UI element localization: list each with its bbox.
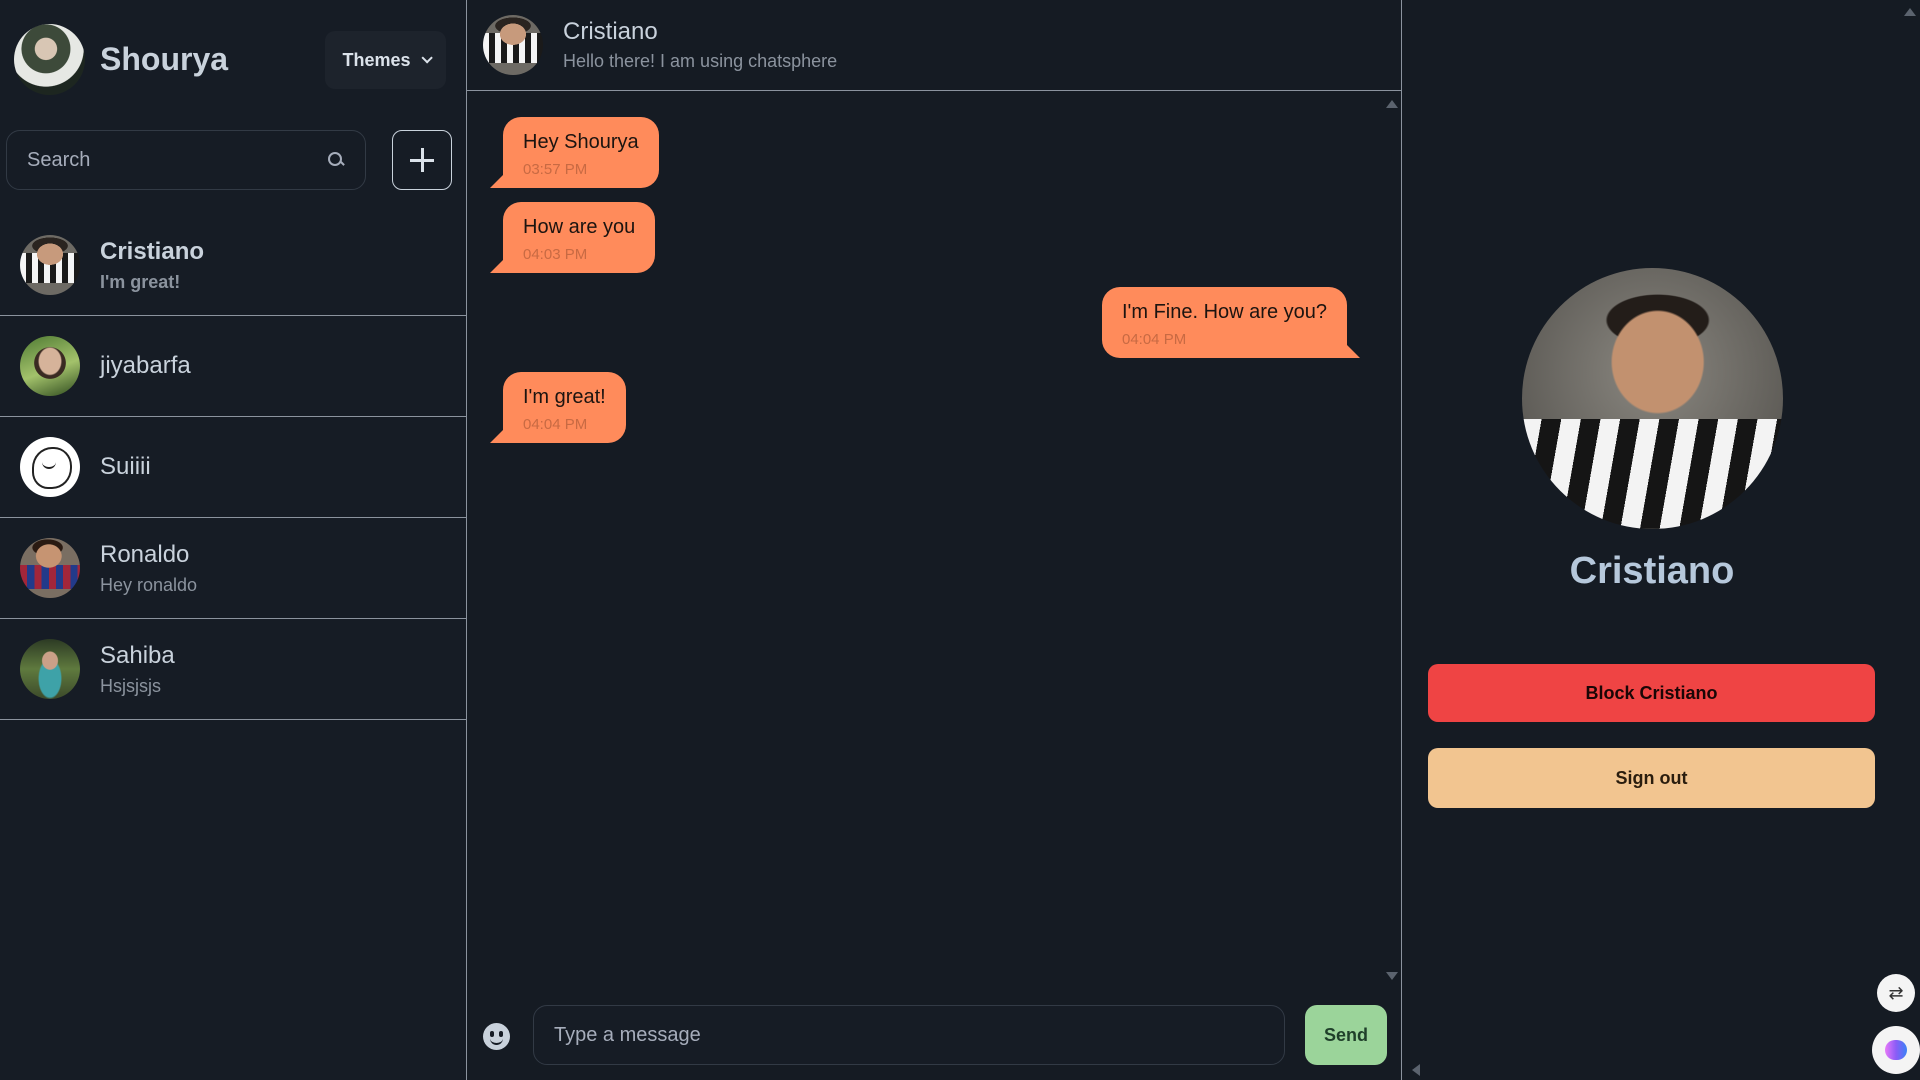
message-bubble: Hey Shourya 03:57 PM bbox=[490, 117, 659, 188]
message-bubble: I'm great! 04:04 PM bbox=[490, 372, 626, 443]
contact-name: Ronaldo bbox=[100, 540, 190, 568]
scroll-left-arrow[interactable] bbox=[1412, 1064, 1420, 1076]
sign-out-button[interactable]: Sign out bbox=[1428, 748, 1875, 808]
message-bubble: I'm Fine. How are you? 04:04 PM bbox=[1101, 287, 1360, 358]
chat-contact-status: Hello there! I am using chatsphere bbox=[563, 51, 838, 71]
message-time: 04:03 PM bbox=[523, 246, 588, 263]
search-input[interactable] bbox=[27, 148, 327, 172]
contact-last-message: Hsjsjsjs bbox=[100, 675, 161, 696]
message-time: 04:04 PM bbox=[1121, 331, 1187, 348]
message-input[interactable] bbox=[533, 1005, 1285, 1065]
scroll-up-arrow[interactable] bbox=[1904, 8, 1916, 16]
sidebar: Shourya Themes Cristiano I'm great! jiya… bbox=[0, 0, 467, 1080]
contact-item-jiyabarfa[interactable]: jiyabarfa bbox=[0, 316, 467, 417]
message-composer: Send bbox=[467, 1005, 1402, 1067]
contact-name: Cristiano bbox=[100, 237, 205, 265]
message-text: Hey Shourya bbox=[523, 131, 639, 153]
avatar[interactable] bbox=[14, 24, 85, 95]
contact-item-ronaldo[interactable]: Ronaldo Hey ronaldo bbox=[0, 518, 467, 619]
message-text: I'm great! bbox=[523, 386, 606, 408]
search-icon[interactable] bbox=[327, 151, 345, 169]
contact-item-sahiba[interactable]: Sahiba Hsjsjsjs bbox=[0, 619, 467, 720]
chat-panel: Cristiano Hello there! I am using chatsp… bbox=[467, 0, 1402, 1080]
themes-dropdown[interactable]: Themes bbox=[325, 31, 446, 89]
avatar bbox=[20, 437, 80, 497]
avatar[interactable] bbox=[483, 15, 543, 75]
add-contact-button[interactable] bbox=[392, 130, 452, 190]
avatar bbox=[20, 235, 80, 295]
message-text: I'm Fine. How are you? bbox=[1121, 301, 1327, 323]
avatar bbox=[20, 336, 80, 396]
themes-label: Themes bbox=[342, 49, 411, 70]
contact-name: Sahiba bbox=[100, 641, 175, 669]
send-button[interactable]: Send bbox=[1305, 1005, 1387, 1065]
chat-contact-name: Cristiano bbox=[563, 18, 658, 45]
profile-name: Cristiano bbox=[1569, 550, 1735, 592]
avatar bbox=[20, 639, 80, 699]
plus-icon bbox=[410, 148, 434, 172]
translate-icon[interactable]: ⇄ bbox=[1877, 974, 1915, 1012]
contact-name: Suiiii bbox=[100, 453, 151, 480]
contact-last-message: I'm great! bbox=[100, 271, 181, 292]
chat-header: Cristiano Hello there! I am using chatsp… bbox=[467, 0, 1401, 91]
emoji-icon[interactable] bbox=[483, 1023, 510, 1050]
message-time: 03:57 PM bbox=[523, 161, 588, 178]
contact-last-message: Hey ronaldo bbox=[100, 574, 198, 595]
chevron-down-icon bbox=[420, 52, 433, 64]
search-box bbox=[6, 130, 366, 190]
message-time: 04:04 PM bbox=[523, 416, 588, 433]
contact-name: jiyabarfa bbox=[100, 352, 191, 379]
brain-icon[interactable] bbox=[1872, 1026, 1920, 1074]
profile-avatar bbox=[1522, 268, 1783, 529]
profile-panel: Cristiano Block Cristiano Sign out ⇄ bbox=[1402, 0, 1920, 1080]
current-user-name: Shourya bbox=[100, 41, 229, 77]
block-contact-button[interactable]: Block Cristiano bbox=[1428, 664, 1875, 722]
message-bubble: How are you 04:03 PM bbox=[490, 202, 656, 273]
avatar bbox=[20, 538, 80, 598]
message-text: How are you bbox=[523, 216, 636, 238]
scroll-down-arrow[interactable] bbox=[1386, 972, 1398, 980]
scroll-up-arrow[interactable] bbox=[1386, 100, 1398, 108]
contact-list: Cristiano I'm great! jiyabarfa Suiiii Ro… bbox=[0, 215, 467, 720]
contact-item-cristiano[interactable]: Cristiano I'm great! bbox=[0, 215, 467, 316]
current-user: Shourya bbox=[14, 24, 228, 95]
contact-item-suiiii[interactable]: Suiiii bbox=[0, 417, 467, 518]
